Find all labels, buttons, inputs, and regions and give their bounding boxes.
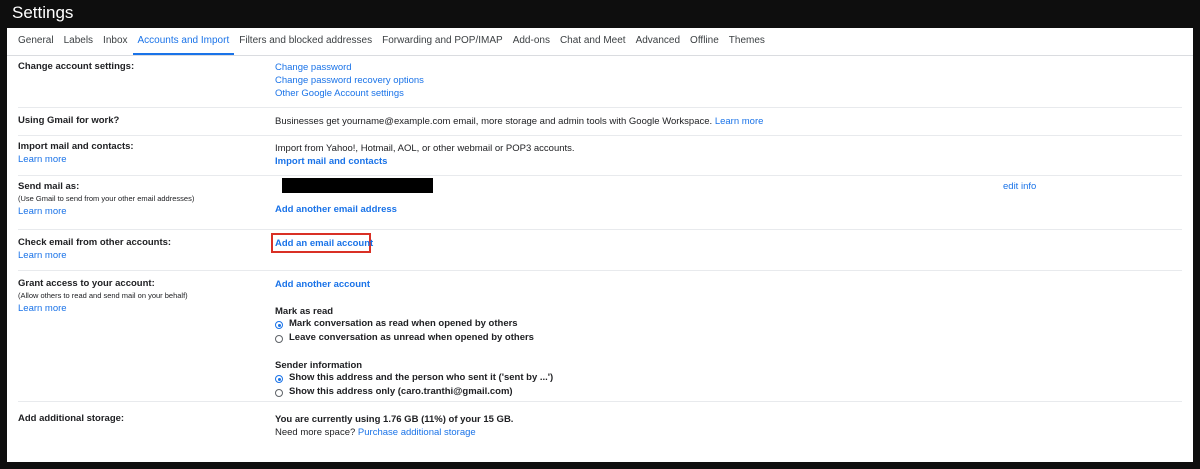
row-grant-access: Grant access to your account: (Allow oth… bbox=[18, 271, 1182, 402]
check-email-label: Check email from other accounts: Learn m… bbox=[18, 237, 171, 263]
mark-read-label[interactable]: Mark conversation as read when opened by… bbox=[289, 318, 518, 329]
change-password-link[interactable]: Change password bbox=[275, 61, 352, 74]
gmail-work-text: Businesses get yourname@example.com emai… bbox=[275, 115, 763, 128]
tab-filters[interactable]: Filters and blocked addresses bbox=[234, 28, 377, 53]
grant-access-label-text: Grant access to your account: bbox=[18, 278, 155, 289]
import-text: Import from Yahoo!, Hotmail, AOL, or oth… bbox=[275, 143, 575, 154]
settings-panel: General Labels Inbox Accounts and Import… bbox=[7, 28, 1193, 462]
show-address-only-label[interactable]: Show this address only (caro.tranthi@gma… bbox=[289, 386, 513, 397]
gmail-work-description: Businesses get yourname@example.com emai… bbox=[275, 116, 713, 127]
tab-general[interactable]: General bbox=[7, 28, 59, 53]
import-label: Import mail and contacts: Learn more bbox=[18, 141, 134, 167]
row-import: Import mail and contacts: Learn more Imp… bbox=[18, 136, 1182, 176]
storage-more: Need more space? Purchase additional sto… bbox=[275, 426, 476, 439]
radio-show-address-only[interactable] bbox=[275, 389, 283, 397]
tab-offline[interactable]: Offline bbox=[685, 28, 724, 53]
change-recovery-link[interactable]: Change password recovery options bbox=[275, 74, 424, 87]
radio-show-both[interactable] bbox=[275, 375, 283, 383]
tab-inbox[interactable]: Inbox bbox=[98, 28, 132, 53]
settings-tabs: General Labels Inbox Accounts and Import… bbox=[7, 28, 1193, 56]
row-check-email: Check email from other accounts: Learn m… bbox=[18, 230, 1182, 271]
tab-themes[interactable]: Themes bbox=[724, 28, 770, 53]
import-label-text: Import mail and contacts: bbox=[18, 141, 134, 152]
tab-add-ons[interactable]: Add-ons bbox=[508, 28, 555, 53]
grant-access-sublabel: (Allow others to read and send mail on y… bbox=[18, 291, 188, 300]
radio-mark-read[interactable] bbox=[275, 321, 283, 329]
send-as-learn-more[interactable]: Learn more bbox=[18, 205, 194, 219]
sender-info-title: Sender information bbox=[275, 360, 363, 371]
gmail-work-learn-more[interactable]: Learn more bbox=[715, 116, 764, 127]
tab-forwarding[interactable]: Forwarding and POP/IMAP bbox=[377, 28, 508, 53]
storage-prompt: Need more space? bbox=[275, 427, 356, 438]
grant-access-learn-more[interactable]: Learn more bbox=[18, 302, 188, 316]
tab-accounts-and-import[interactable]: Accounts and Import bbox=[132, 28, 235, 55]
row-change-account: Change account settings: Change password… bbox=[18, 56, 1182, 108]
edit-info-link[interactable]: edit info bbox=[1003, 181, 1036, 192]
add-another-email-link[interactable]: Add another email address bbox=[275, 203, 397, 216]
purchase-storage-link[interactable]: Purchase additional storage bbox=[358, 427, 476, 438]
row-gmail-for-work: Using Gmail for work? Businesses get you… bbox=[18, 108, 1182, 136]
show-both-label[interactable]: Show this address and the person who sen… bbox=[289, 372, 553, 383]
row-storage: Add additional storage: You are currentl… bbox=[18, 402, 1182, 452]
check-email-learn-more[interactable]: Learn more bbox=[18, 249, 171, 263]
send-as-label: Send mail as: (Use Gmail to send from yo… bbox=[18, 181, 194, 219]
import-mail-contacts-link[interactable]: Import mail and contacts bbox=[275, 155, 387, 168]
add-another-account-link[interactable]: Add another account bbox=[275, 278, 370, 291]
import-learn-more[interactable]: Learn more bbox=[18, 153, 134, 167]
grant-access-label: Grant access to your account: (Allow oth… bbox=[18, 278, 188, 316]
leave-unread-label[interactable]: Leave conversation as unread when opened… bbox=[289, 332, 534, 343]
storage-label: Add additional storage: bbox=[18, 413, 125, 424]
add-email-account-link[interactable]: Add an email account bbox=[275, 237, 373, 250]
storage-usage: You are currently using 1.76 GB (11%) of… bbox=[275, 414, 514, 425]
gmail-work-label: Using Gmail for work? bbox=[18, 115, 120, 126]
other-account-settings-link[interactable]: Other Google Account settings bbox=[275, 87, 404, 100]
send-as-sublabel: (Use Gmail to send from your other email… bbox=[18, 194, 195, 203]
tab-labels[interactable]: Labels bbox=[59, 28, 98, 53]
row-send-mail-as: Send mail as: (Use Gmail to send from yo… bbox=[18, 176, 1182, 230]
redacted-email bbox=[282, 178, 433, 193]
radio-leave-unread[interactable] bbox=[275, 335, 283, 343]
change-account-label: Change account settings: bbox=[18, 61, 135, 72]
mark-as-read-title: Mark as read bbox=[275, 306, 334, 317]
page-title: Settings bbox=[12, 3, 74, 22]
tab-advanced[interactable]: Advanced bbox=[631, 28, 685, 53]
send-as-label-text: Send mail as: bbox=[18, 181, 80, 192]
check-email-label-text: Check email from other accounts: bbox=[18, 237, 172, 248]
tab-chat-and-meet[interactable]: Chat and Meet bbox=[555, 28, 631, 53]
